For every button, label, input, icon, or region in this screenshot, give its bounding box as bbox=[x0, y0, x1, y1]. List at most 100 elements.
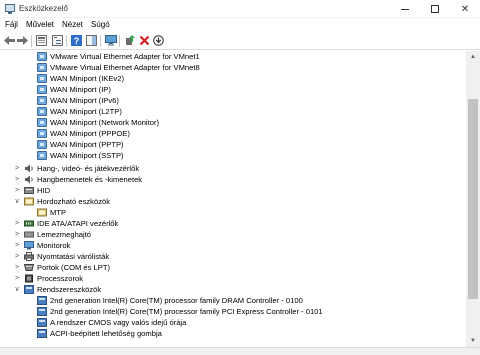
tree-category[interactable]: > IDE ATA/ATAPI vezérlők bbox=[0, 218, 466, 229]
disk-drive-icon bbox=[24, 231, 34, 238]
menu-view[interactable]: Nézet bbox=[62, 20, 83, 29]
tree-category[interactable]: > Hangbemenetek és -kimenetek bbox=[0, 174, 466, 185]
scroll-up-icon[interactable]: ▲ bbox=[466, 51, 480, 63]
tree-category[interactable]: > Processzorok bbox=[0, 273, 466, 284]
uninstall-button[interactable] bbox=[138, 34, 151, 47]
system-device-icon bbox=[37, 307, 47, 316]
tree-item[interactable]: WAN Miniport (Network Monitor) bbox=[0, 117, 466, 128]
tree-item[interactable]: VMware Virtual Ethernet Adapter for VMne… bbox=[0, 51, 466, 62]
tree-category[interactable]: > HID bbox=[0, 185, 466, 196]
tree-item-label: WAN Miniport (SSTP) bbox=[50, 151, 124, 160]
scan-hardware-button[interactable] bbox=[104, 34, 117, 47]
tree-view-button[interactable] bbox=[51, 34, 64, 47]
tree-item-label: HID bbox=[37, 186, 51, 195]
tree-item-label: VMware Virtual Ethernet Adapter for VMne… bbox=[50, 63, 200, 72]
tree-item-label: IDE ATA/ATAPI vezérlők bbox=[37, 219, 119, 228]
tree-category-expanded[interactable]: ∨ Hordozható eszközök bbox=[0, 196, 466, 207]
expand-chevron-icon[interactable]: > bbox=[13, 163, 21, 174]
ide-controller-icon bbox=[24, 220, 34, 227]
menu-action[interactable]: Művelet bbox=[26, 20, 54, 29]
printer-icon bbox=[24, 252, 34, 261]
scroll-thumb[interactable] bbox=[468, 99, 478, 299]
tree-item[interactable]: WAN Miniport (IPv6) bbox=[0, 95, 466, 106]
expand-chevron-icon[interactable]: > bbox=[13, 185, 21, 196]
toolbar-separator bbox=[66, 35, 67, 47]
tree-item-label: WAN Miniport (IPv6) bbox=[50, 96, 119, 105]
forward-button[interactable] bbox=[16, 34, 29, 47]
maximize-button[interactable] bbox=[420, 0, 450, 18]
expand-chevron-icon[interactable]: > bbox=[13, 251, 21, 262]
close-icon: ✕ bbox=[460, 3, 470, 15]
properties-button[interactable] bbox=[35, 34, 48, 47]
vertical-scrollbar[interactable]: ▲ ▼ bbox=[466, 51, 480, 347]
tree-category[interactable]: > Lemezmeghajtó bbox=[0, 229, 466, 240]
expand-chevron-icon[interactable]: > bbox=[13, 229, 21, 240]
tree-item[interactable]: WAN Miniport (IP) bbox=[0, 84, 466, 95]
window-title: Eszközkezelő bbox=[19, 4, 68, 13]
monitor-icon bbox=[24, 241, 34, 250]
tree-category[interactable]: > Portok (COM és LPT) bbox=[0, 262, 466, 273]
network-adapter-icon bbox=[37, 151, 47, 160]
tree-category-expanded[interactable]: ∨ Rendszereszközök bbox=[0, 284, 466, 295]
update-driver-button[interactable] bbox=[124, 34, 137, 47]
portable-device-icon bbox=[24, 197, 34, 206]
tree-item-label: ACPI-beépített lehetőség gombja bbox=[50, 329, 162, 338]
close-button[interactable]: ✕ bbox=[450, 0, 480, 18]
tree-view-icon bbox=[52, 35, 63, 46]
tree-item[interactable]: WAN Miniport (SSTP) bbox=[0, 150, 466, 161]
scroll-down-icon[interactable]: ▼ bbox=[466, 335, 480, 347]
tree-item[interactable]: 2nd generation Intel(R) Core(TM) process… bbox=[0, 306, 466, 317]
tree-item[interactable]: VMware Virtual Ethernet Adapter for VMne… bbox=[0, 62, 466, 73]
network-adapter-icon bbox=[37, 96, 47, 105]
system-device-icon bbox=[37, 318, 47, 327]
properties-icon bbox=[36, 35, 47, 46]
help-button[interactable]: ? bbox=[70, 34, 83, 47]
speaker-icon bbox=[25, 164, 33, 173]
expand-chevron-icon[interactable]: > bbox=[13, 273, 21, 284]
tree-item[interactable]: WAN Miniport (L2TP) bbox=[0, 106, 466, 117]
back-icon bbox=[4, 36, 15, 45]
tree-item[interactable]: WAN Miniport (PPTP) bbox=[0, 139, 466, 150]
tree-item-label: WAN Miniport (Network Monitor) bbox=[50, 118, 160, 127]
tree-category[interactable]: > Hang-, videó- és játékvezérlők bbox=[0, 163, 466, 174]
tree-item[interactable]: WAN Miniport (PPPOE) bbox=[0, 128, 466, 139]
network-adapter-icon bbox=[37, 63, 47, 72]
network-adapter-icon bbox=[37, 129, 47, 138]
device-tree: VMware Virtual Ethernet Adapter for VMne… bbox=[0, 51, 466, 347]
tree-item-label: Rendszereszközök bbox=[37, 285, 102, 294]
title-bar: Eszközkezelő ✕ bbox=[0, 0, 480, 18]
toolbar-separator bbox=[119, 35, 120, 47]
monitor-icon bbox=[104, 35, 117, 46]
menu-bar: Fájl Művelet Nézet Súgó bbox=[0, 18, 480, 32]
expand-chevron-icon[interactable]: > bbox=[13, 218, 21, 229]
tree-item-label: WAN Miniport (IP) bbox=[50, 85, 111, 94]
tree-item[interactable]: MTP bbox=[0, 207, 466, 218]
tree-category[interactable]: > Monitorok bbox=[0, 240, 466, 251]
tree-item[interactable]: A rendszer CMOS vagy valós idejű órája bbox=[0, 317, 466, 328]
uninstall-icon bbox=[139, 35, 150, 46]
tree-category[interactable]: > Nyomtatási várólisták bbox=[0, 251, 466, 262]
tree-item[interactable]: WAN Miniport (IKEv2) bbox=[0, 73, 466, 84]
minimize-button[interactable] bbox=[390, 0, 420, 18]
tree-item[interactable]: ACPI-beépített lehetőség gombja bbox=[0, 328, 466, 339]
portable-device-icon bbox=[37, 208, 47, 217]
expand-chevron-icon[interactable]: > bbox=[13, 240, 21, 251]
collapse-chevron-icon[interactable]: ∨ bbox=[13, 196, 21, 207]
download-button[interactable] bbox=[152, 34, 165, 47]
tree-item[interactable]: 2nd generation Intel(R) Core(TM) process… bbox=[0, 295, 466, 306]
back-button[interactable] bbox=[3, 34, 16, 47]
action-view-button[interactable] bbox=[85, 34, 98, 47]
network-adapter-icon bbox=[37, 107, 47, 116]
collapse-chevron-icon[interactable]: ∨ bbox=[13, 284, 21, 295]
expand-chevron-icon[interactable]: > bbox=[13, 174, 21, 185]
tree-item-label: Hang-, videó- és játékvezérlők bbox=[37, 164, 140, 173]
update-driver-icon bbox=[126, 35, 135, 45]
tree-item-label: Nyomtatási várólisták bbox=[37, 252, 110, 261]
port-icon bbox=[24, 264, 34, 271]
hid-icon bbox=[24, 187, 34, 194]
expand-chevron-icon[interactable]: > bbox=[13, 262, 21, 273]
menu-file[interactable]: Fájl bbox=[5, 20, 18, 29]
menu-help[interactable]: Súgó bbox=[91, 20, 110, 29]
svg-text:?: ? bbox=[74, 36, 80, 46]
minimize-icon bbox=[401, 8, 409, 10]
